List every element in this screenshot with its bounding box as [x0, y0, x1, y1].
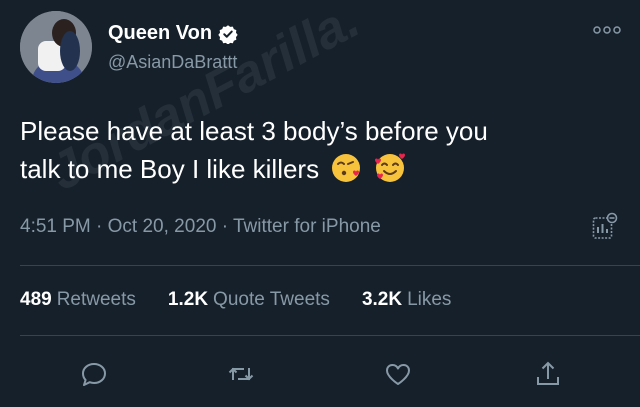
tweet-text: Please have at least 3 body’s before you…	[20, 112, 620, 188]
tweet-source[interactable]: Twitter for iPhone	[233, 216, 381, 237]
likes-count: 3.2K	[361, 289, 403, 310]
analytics-icon[interactable]	[592, 212, 618, 240]
quote-tweets-stat[interactable]: 1.2K Quote Tweets	[168, 289, 330, 311]
author-name-row[interactable]: Queen Von	[108, 22, 238, 45]
tweet-actions-bar	[0, 360, 640, 390]
engagement-stats: 489 Retweets 1.2K Quote Tweets 3.2K Likes	[20, 289, 451, 311]
quote-tweets-count: 1.2K	[167, 289, 209, 310]
verified-badge-icon	[218, 24, 238, 44]
retweets-stat[interactable]: 489 Retweets	[20, 289, 136, 311]
user-handle[interactable]: @AsianDaBrattt	[108, 52, 237, 73]
divider	[20, 265, 640, 266]
kissing-heart-emoji-icon	[332, 154, 361, 182]
retweets-count: 489	[20, 289, 52, 310]
meta-separator: ·	[221, 216, 229, 237]
like-heart-icon[interactable]	[384, 360, 412, 388]
tweet-time[interactable]: 4:51 PM	[20, 216, 91, 237]
tweet-date[interactable]: Oct 20, 2020	[108, 216, 217, 237]
retweets-label: Retweets	[56, 289, 136, 310]
tweet-line-2-text: talk to me Boy I like killers	[20, 154, 320, 184]
tweet-line-1: Please have at least 3 body’s before you	[20, 116, 488, 146]
likes-stat[interactable]: 3.2K Likes	[362, 289, 452, 311]
share-icon[interactable]	[534, 360, 562, 388]
reply-icon[interactable]	[80, 360, 108, 388]
tweet-meta: 4:51 PM · Oct 20, 2020 · Twitter for iPh…	[20, 216, 381, 238]
meta-separator: ·	[96, 216, 103, 237]
likes-label: Likes	[407, 289, 452, 310]
smiling-face-with-hearts-emoji-icon	[374, 153, 405, 182]
quote-tweets-label: Quote Tweets	[213, 289, 330, 310]
tweet-line-2: talk to me Boy I like killers	[20, 150, 620, 188]
retweet-icon[interactable]	[227, 360, 255, 388]
more-options-icon[interactable]	[592, 24, 622, 36]
display-name[interactable]: Queen Von	[108, 22, 212, 45]
avatar[interactable]	[20, 11, 92, 83]
divider	[20, 335, 640, 336]
